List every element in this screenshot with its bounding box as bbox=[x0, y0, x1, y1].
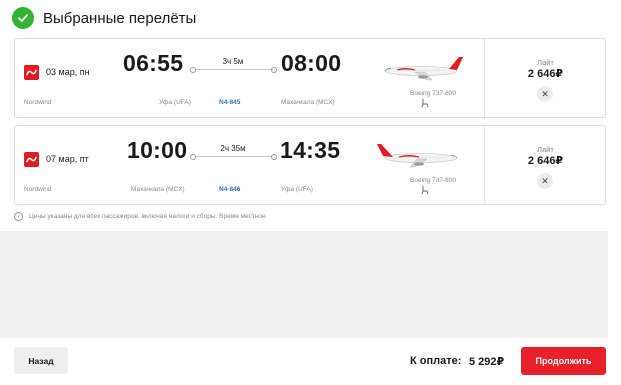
flight-duration: 3ч 5м bbox=[222, 57, 244, 66]
airline-logo-icon bbox=[24, 152, 39, 167]
back-button[interactable]: Назад bbox=[14, 347, 68, 374]
price-note: i Цены указаны для всех пассажиров, вклю… bbox=[14, 212, 267, 221]
route-line bbox=[196, 69, 272, 70]
route-line bbox=[196, 156, 272, 157]
airplane-image bbox=[384, 57, 463, 81]
fare-name: Лайт bbox=[537, 145, 554, 154]
aircraft-model: Boeing 737-800 bbox=[410, 90, 456, 97]
route-end-dot bbox=[271, 66, 277, 73]
arrival-time: 14:35 bbox=[280, 137, 341, 163]
departure-time: 06:55 bbox=[123, 50, 184, 76]
arrival-time: 08:00 bbox=[281, 50, 342, 76]
arrival-airport: Уфа (UFA) bbox=[281, 186, 313, 193]
flight-number[interactable]: N4-846 bbox=[219, 186, 240, 193]
airline-name: Nordwind bbox=[24, 186, 52, 193]
flight-number[interactable]: N4-845 bbox=[219, 99, 240, 106]
flight-duration: 2ч 35м bbox=[220, 144, 246, 153]
check-circle-icon bbox=[12, 7, 34, 29]
info-icon: i bbox=[14, 212, 23, 221]
fare-name: Лайт bbox=[537, 58, 554, 67]
flight-date: 07 мар, пт bbox=[46, 154, 89, 164]
continue-button[interactable]: Продолжить bbox=[521, 347, 606, 375]
departure-airport: Уфа (UFA) bbox=[159, 99, 191, 106]
fare-price: 2 646₽ bbox=[527, 68, 564, 80]
flight-card: 07 мар, пт Nordwind 10:00 2ч 35м 14:35 М… bbox=[14, 125, 606, 205]
section-header: Выбранные перелёты bbox=[12, 6, 196, 30]
total-label: К оплате: bbox=[410, 355, 462, 367]
flight-card: 03 мар, пн Nordwind 06:55 3ч 5м 08:00 Уф… bbox=[14, 38, 606, 118]
arrival-airport: Махачкала (MCX) bbox=[281, 99, 335, 106]
airline-name: Nordwind bbox=[24, 99, 52, 106]
note-text: Цены указаны для всех пассажиров, включа… bbox=[29, 213, 268, 220]
departure-time: 10:00 bbox=[127, 137, 188, 163]
close-icon[interactable]: ✕ bbox=[537, 86, 553, 102]
footer-bar: Назад К оплате: 5 292₽ Продолжить bbox=[0, 338, 621, 385]
fare-price: 2 646₽ bbox=[527, 155, 564, 167]
total-value: 5 292₽ bbox=[469, 356, 505, 368]
section-title: Выбранные перелёты bbox=[43, 9, 197, 27]
close-icon[interactable]: ✕ bbox=[537, 173, 553, 189]
airline-logo-icon bbox=[24, 65, 39, 80]
seat-icon bbox=[421, 185, 429, 195]
airplane-image bbox=[377, 144, 458, 168]
departure-airport: Махачкала (MCX) bbox=[131, 186, 185, 193]
seat-icon bbox=[421, 98, 429, 108]
content-placeholder bbox=[0, 231, 608, 338]
route-end-dot bbox=[271, 153, 277, 160]
flight-date: 03 мар, пн bbox=[46, 67, 90, 77]
aircraft-model: Boeing 737-800 bbox=[410, 177, 456, 184]
